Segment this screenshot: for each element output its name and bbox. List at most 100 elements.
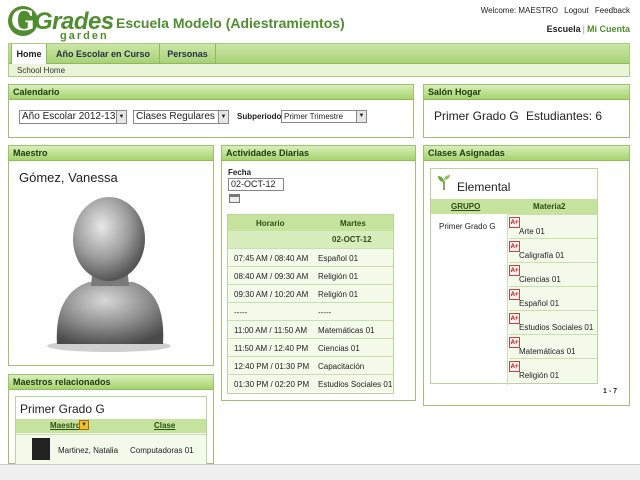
schedule-time: 12:40 PM / 01:30 PM	[234, 362, 310, 371]
homeroom-info: Primer Grado G Estudiantes: 6	[434, 109, 602, 123]
logo-subword: garden	[60, 30, 109, 42]
table-row: 07:45 AM / 08:40 AM Español 01	[228, 248, 393, 266]
subject-name[interactable]: Religión 01	[519, 371, 559, 380]
subject-name[interactable]: Caligrafía 01	[519, 251, 564, 260]
table-row: Martinez, Natalia Computadoras 01	[16, 434, 206, 464]
col-group[interactable]: GRUPO	[451, 202, 480, 211]
tab-personas[interactable]: Personas	[160, 44, 216, 64]
grades-garden-logo[interactable]: G Grades garden	[8, 6, 114, 42]
subperiod-select[interactable]: Primer Trimestre ▼	[281, 110, 367, 123]
avatar-placeholder-icon	[47, 197, 171, 352]
table-row: 08:40 AM / 09:30 AM Religión 01	[228, 266, 393, 284]
pager: 1 - 7	[602, 388, 617, 395]
day-date: 02-OCT-12	[332, 235, 372, 244]
subject-name[interactable]: Español 01	[519, 299, 559, 308]
teacher-photo	[32, 438, 50, 460]
chevron-down-icon: ▼	[116, 111, 126, 123]
schedule-date-header: 02-OCT-12	[228, 231, 393, 248]
subperiod-value: Primer Trimestre	[284, 112, 344, 121]
schedule-table: Horario Martes 02-OCT-12 07:45 AM / 08:4…	[227, 214, 394, 394]
school-links: Escuela | Mi Cuenta	[547, 24, 630, 34]
main-nav: Home Año Escolar en Curso Personas Schoo…	[8, 43, 630, 77]
table-row: 12:40 PM / 01:30 PM Capacitación	[228, 356, 393, 374]
assigned-classes-panel: Clases Asignadas Elemental GRUPO Materia…	[423, 145, 630, 406]
homeroom-panel: Salón Hogar Primer Grado G Estudiantes: …	[423, 84, 630, 138]
schedule-subject: Religión 01	[318, 272, 359, 281]
schedule-subject: Estudios Sociales 01	[318, 380, 393, 389]
daily-activities-panel: Actividades Diarias Fecha 02-OCT-12 Hora…	[221, 145, 416, 401]
my-account-link[interactable]: Mi Cuenta	[587, 24, 630, 34]
subnav-school-home[interactable]: School Home	[17, 66, 65, 75]
related-teacher-class: Computadoras 01	[130, 446, 194, 455]
assigned-group[interactable]: Primer Grado G	[439, 222, 495, 231]
tab-home[interactable]: Home	[11, 44, 47, 64]
homeroom-title: Salón Hogar	[424, 85, 629, 100]
calendar-panel: Calendario Año Escolar 2012-13 ▼ Clases …	[8, 84, 414, 138]
schedule-subject: Ciencias 01	[318, 344, 360, 353]
schedule-subject: -----	[318, 308, 332, 317]
tab-ano-escolar[interactable]: Año Escolar en Curso	[47, 44, 160, 64]
teacher-panel-title: Maestro	[9, 146, 213, 161]
schedule-time: 11:00 AM / 11:50 AM	[234, 326, 308, 335]
col-subject: Materia2	[533, 202, 566, 211]
col-time: Horario	[256, 219, 285, 228]
schedule-time: -----	[234, 308, 248, 317]
schedule-subject: Matemáticas 01	[318, 326, 375, 335]
schedule-time: 01:30 PM / 02:20 PM	[234, 380, 310, 389]
date-input[interactable]: 02-OCT-12	[228, 178, 284, 191]
list-item: A+ Caligrafía 01	[509, 238, 597, 262]
list-item: A+ Español 01	[509, 286, 597, 310]
subperiod-label: Subperiodo	[237, 112, 282, 121]
school-link[interactable]: Escuela	[547, 24, 581, 34]
related-teacher-name[interactable]: Martinez, Natalia	[58, 446, 118, 455]
subject-name[interactable]: Estudios Sociales 01	[519, 323, 593, 332]
related-group: Primer Grado G	[20, 402, 105, 416]
link-separator: |	[582, 24, 585, 34]
col-teacher[interactable]: Maestro	[50, 421, 81, 430]
related-teachers-title: Maestros relacionados	[9, 375, 213, 390]
schedule-time: 09:30 AM / 10:20 AM	[234, 290, 309, 299]
feedback-link[interactable]: Feedback	[595, 6, 630, 15]
logout-link[interactable]: Logout	[564, 6, 588, 15]
table-row: 09:30 AM / 10:20 AM Religión 01	[228, 284, 393, 302]
table-row: 11:00 AM / 11:50 AM Matemáticas 01	[228, 320, 393, 338]
daily-activities-title: Actividades Diarias	[222, 146, 415, 161]
chevron-down-icon: ▼	[218, 111, 228, 123]
level-label: Elemental	[457, 180, 511, 194]
school-title: Escuela Modelo (Adiestramientos)	[116, 15, 345, 31]
group-column: Primer Grado G	[431, 214, 508, 385]
related-teachers-panel: Maestros relacionados Primer Grado G Mae…	[8, 374, 214, 464]
school-year-select[interactable]: Año Escolar 2012-13 ▼	[19, 110, 127, 124]
subject-name[interactable]: Matemáticas 01	[519, 347, 575, 356]
list-item: A+ Arte 01	[509, 214, 597, 238]
schedule-subject: Capacitación	[318, 362, 365, 371]
assigned-classes-box: Elemental GRUPO Materia2 Primer Grado G …	[430, 168, 598, 385]
schedule-time: 07:45 AM / 08:40 AM	[234, 254, 309, 263]
assigned-classes-header: GRUPO Materia2	[431, 199, 597, 214]
teacher-name: Gómez, Vanessa	[19, 170, 118, 185]
period-select[interactable]: Clases Regulares ▼	[133, 110, 229, 124]
table-row: ----- -----	[228, 302, 393, 320]
schedule-header: Horario Martes	[228, 215, 393, 231]
related-teachers-header: Maestro ▼ Clase	[16, 419, 206, 433]
list-item: A+ Matemáticas 01	[509, 334, 597, 358]
subject-name[interactable]: Ciencias 01	[519, 275, 561, 284]
related-teachers-box: Primer Grado G Maestro ▼ Clase Martinez,…	[15, 396, 207, 464]
period-value: Clases Regulares	[136, 111, 215, 122]
list-item: A+ Religión 01	[509, 358, 597, 382]
schedule-subject: Religión 01	[318, 290, 359, 299]
welcome-text: Welcome: MAESTRO	[480, 6, 558, 15]
col-class[interactable]: Clase	[154, 421, 175, 430]
subject-name[interactable]: Arte 01	[519, 227, 545, 236]
sort-icon[interactable]: ▼	[79, 420, 89, 430]
date-label: Fecha	[228, 168, 252, 177]
horizontal-scrollbar[interactable]	[0, 464, 640, 480]
assigned-classes-title: Clases Asignadas	[424, 146, 629, 161]
user-links: Welcome: MAESTRO Logout Feedback	[477, 6, 630, 15]
calendar-icon[interactable]	[229, 194, 240, 203]
tab-bar: Home Año Escolar en Curso Personas	[9, 44, 629, 64]
homeroom-group[interactable]: Primer Grado G	[434, 109, 519, 123]
teacher-panel: Maestro Gómez, Vanessa	[8, 145, 214, 366]
sprout-icon	[438, 175, 450, 190]
list-item: A+ Ciencias 01	[509, 262, 597, 286]
